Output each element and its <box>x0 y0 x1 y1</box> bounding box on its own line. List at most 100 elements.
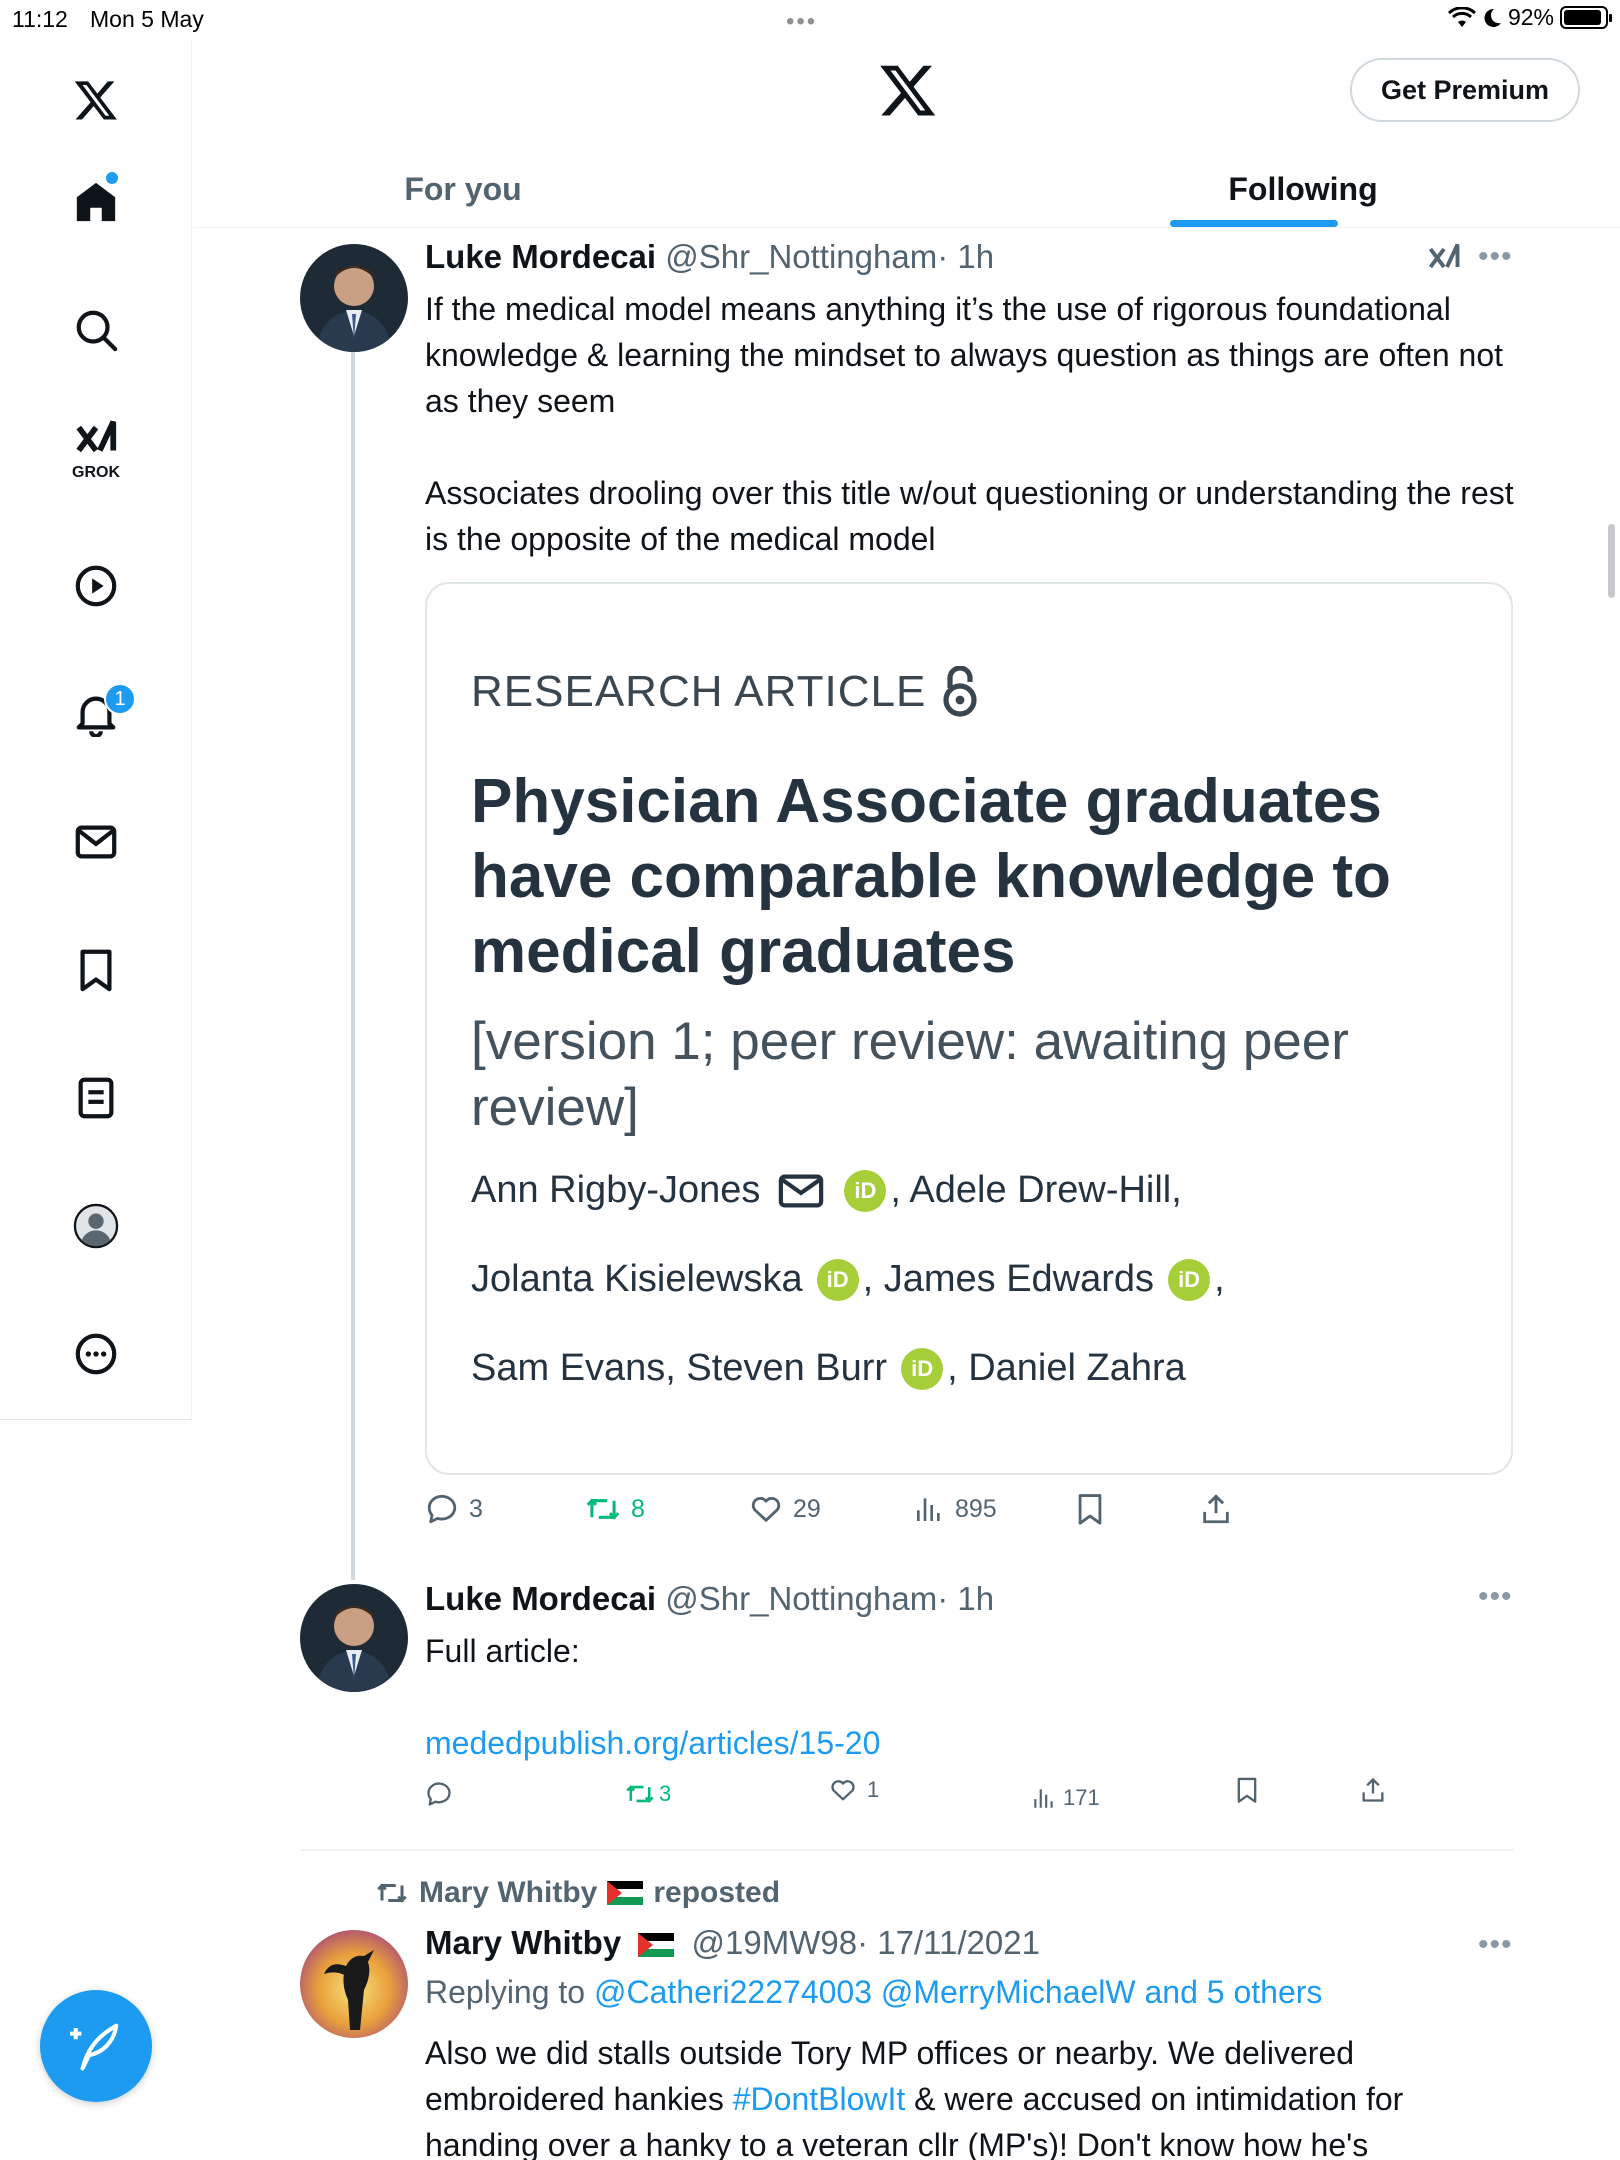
reposted-label: reposted <box>653 1876 781 1909</box>
grok-label: GROK <box>72 464 120 481</box>
tweet-paragraph: If the medical model means anything it’s… <box>425 291 1503 419</box>
author-handle[interactable]: @Shr_Nottingham <box>665 1580 937 1617</box>
bookmark-button[interactable] <box>1073 1492 1107 1526</box>
author: Ann Rigby-Jones <box>471 1169 761 1211</box>
reply-icon <box>427 1782 451 1806</box>
reply-button[interactable]: 3 <box>425 1492 483 1526</box>
tweet-time[interactable]: · 1h <box>937 238 994 275</box>
nav-grok[interactable]: GROK <box>56 410 136 490</box>
views-button[interactable]: 171 <box>1031 1784 1100 1812</box>
like-count: 1 <box>867 1777 880 1802</box>
tweet-paragraph: Full article: <box>425 1633 580 1669</box>
nav-lists[interactable] <box>56 1058 136 1138</box>
like-count: 29 <box>793 1494 821 1523</box>
home-unread-dot <box>106 172 118 184</box>
more-circle-icon <box>75 1333 117 1375</box>
repost-context[interactable]: Mary Whitby reposted <box>375 1876 780 1910</box>
notification-badge: 1 <box>104 683 136 715</box>
heart-icon <box>831 1780 855 1801</box>
article-link[interactable]: mededpublish.org/articles/15-20 <box>425 1720 1515 1766</box>
status-right: 92% <box>1447 4 1612 31</box>
sidebar: GROK <box>0 40 192 1420</box>
article-card[interactable]: RESEARCH ARTICLE Physician Associate gra… <box>425 582 1513 1475</box>
search-icon <box>76 310 118 352</box>
share-icon <box>1362 1777 1384 1802</box>
orcid-icon: iD <box>1168 1258 1211 1301</box>
reply-button[interactable] <box>425 1780 453 1808</box>
author: Sam Evans, Steven Burr <box>471 1347 888 1389</box>
tweet-time[interactable]: · 17/11/2021 <box>857 1924 1040 1961</box>
views-button[interactable]: 895 <box>913 1492 997 1526</box>
views-icon <box>1034 1789 1053 1808</box>
grok-icon[interactable] <box>1426 240 1462 276</box>
tweet-header: Luke Mordecai @Shr_Nottingham· 1h <box>425 238 994 276</box>
repost-icon <box>377 1883 407 1903</box>
author-name[interactable]: Luke Mordecai <box>425 1580 656 1617</box>
nav-messages[interactable] <box>56 802 136 882</box>
nav-home[interactable] <box>56 162 136 242</box>
nav-more[interactable] <box>56 1314 136 1394</box>
get-premium-button[interactable]: Get Premium <box>1350 58 1580 122</box>
like-button[interactable]: 1 <box>829 1776 879 1804</box>
more-options-icon[interactable]: ••• <box>1478 240 1513 274</box>
tweet-text: Full article: mededpublish.org/articles/… <box>425 1628 1515 1766</box>
bookmark-icon <box>80 949 112 992</box>
status-bar: 11:12 Mon 5 May ••• 92% <box>0 0 1620 40</box>
battery-percent: 92% <box>1507 4 1554 30</box>
multitask-dots-icon[interactable]: ••• <box>786 8 817 36</box>
status-date: Mon 5 May <box>90 6 204 32</box>
status-time: 11:12 <box>12 6 68 32</box>
heart-icon <box>751 1496 781 1522</box>
replying-to: Replying to @Catheri22274003 @MerryMicha… <box>425 1974 1322 2011</box>
tweet-actions: 3 8 29 895 <box>425 1492 1525 1536</box>
nav-search[interactable] <box>56 290 136 370</box>
bookmark-icon <box>1237 1777 1257 1803</box>
tweet-actions: 3 1 171 <box>425 1777 1525 1824</box>
profile-icon <box>73 1203 119 1249</box>
article-version: [version 1; peer review: awaiting peer r… <box>471 1012 1349 1137</box>
avatar[interactable] <box>300 1584 408 1692</box>
battery-icon <box>1560 6 1612 29</box>
wifi-icon <box>1447 6 1476 27</box>
tab-for-you[interactable]: For you <box>343 150 583 228</box>
more-options-icon[interactable]: ••• <box>1478 1580 1513 1614</box>
repost-count: 3 <box>659 1781 672 1806</box>
card-kicker: RESEARCH ARTICLE <box>471 666 978 718</box>
author-handle[interactable]: @19MW98 <box>692 1924 858 1961</box>
timeline-tabs: For you Following <box>193 150 1620 228</box>
tab-following[interactable]: Following <box>1153 150 1453 228</box>
scrollbar[interactable] <box>1608 524 1615 598</box>
nav-bookmarks[interactable] <box>56 930 136 1010</box>
author: , Adele Drew-Hill, <box>890 1169 1182 1211</box>
active-tab-indicator <box>1170 220 1338 227</box>
avatar[interactable] <box>300 244 408 352</box>
hashtag[interactable]: #DontBlowIt <box>733 2081 906 2117</box>
authors-line: Ann Rigby-Jones iD , Adele Drew-Hill, <box>471 1169 1182 1212</box>
view-count: 895 <box>955 1494 997 1523</box>
tweet-divider <box>300 1849 1514 1851</box>
moon-icon <box>1484 8 1501 27</box>
author-separator: , <box>1214 1258 1225 1300</box>
more-options-icon[interactable]: ••• <box>1478 1928 1513 1962</box>
x-logo-icon[interactable] <box>56 60 136 140</box>
share-button[interactable] <box>1199 1492 1233 1526</box>
share-icon <box>1203 1494 1229 1524</box>
nav-video[interactable] <box>56 546 136 626</box>
tweet-time[interactable]: · 1h <box>937 1580 994 1617</box>
like-button[interactable]: 29 <box>749 1492 821 1526</box>
palestine-flag-icon <box>607 1881 644 1905</box>
author-name[interactable]: Mary Whitby <box>425 1924 621 1961</box>
author-handle[interactable]: @Shr_Nottingham <box>665 238 937 275</box>
bookmark-button[interactable] <box>1233 1776 1261 1804</box>
author-name[interactable]: Luke Mordecai <box>425 238 656 275</box>
x-logo-icon[interactable] <box>878 60 938 120</box>
compose-feather-icon <box>70 2023 119 2071</box>
replying-to-users[interactable]: @Catheri22274003 @MerryMichaelW and 5 ot… <box>594 1974 1322 2010</box>
compose-button[interactable] <box>40 1990 152 2102</box>
repost-button[interactable]: 8 <box>585 1492 645 1526</box>
reply-count: 3 <box>469 1494 483 1523</box>
repost-button[interactable]: 3 <box>625 1780 671 1808</box>
share-button[interactable] <box>1359 1776 1387 1804</box>
avatar[interactable] <box>300 1930 408 2038</box>
nav-profile[interactable] <box>56 1186 136 1266</box>
